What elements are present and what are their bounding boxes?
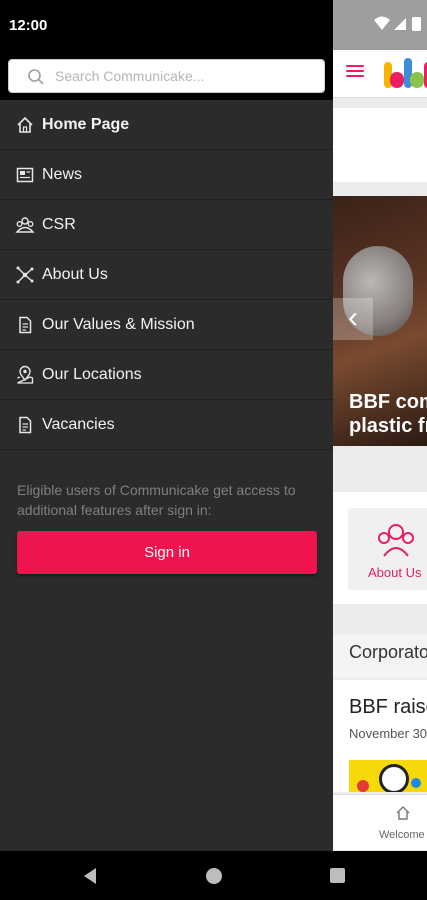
sign-in-button[interactable]: Sign in (17, 531, 317, 574)
menu-item-vacancies[interactable]: Vacancies (0, 400, 333, 450)
hamburger-menu-icon[interactable] (346, 62, 364, 82)
search-bar-container (0, 50, 333, 100)
network-icon (16, 266, 34, 284)
back-icon[interactable] (82, 867, 98, 885)
menu-item-our-locations[interactable]: Our Locations (0, 350, 333, 400)
navigation-drawer: 12:00 Home Page News (0, 0, 333, 851)
menu-item-label: Vacancies (42, 416, 115, 433)
menu-item-csr[interactable]: CSR (0, 200, 333, 250)
menu-item-home-page[interactable]: Home Page (0, 100, 333, 150)
about-us-tile[interactable]: About Us (348, 508, 427, 590)
search-icon (28, 69, 44, 85)
signin-note: Eligible users of Communicake get access… (17, 482, 296, 518)
menu-item-news[interactable]: News (0, 150, 333, 200)
article-title: BBF raise (349, 696, 427, 718)
newspaper-icon (16, 167, 34, 183)
document-icon (19, 416, 32, 434)
status-time: 12:00 (9, 17, 48, 34)
bottom-nav-welcome-label[interactable]: Welcome (379, 829, 425, 841)
app-header-panel (333, 108, 427, 182)
menu-item-label: About Us (42, 266, 108, 283)
section-title: Corporato (349, 642, 427, 662)
document-icon (19, 316, 32, 334)
people-icon (15, 217, 35, 233)
hero-line-2: plastic fr (349, 415, 427, 437)
status-bar: 12:00 (0, 0, 333, 50)
search-input[interactable] (55, 60, 315, 92)
home-button-icon[interactable] (206, 868, 222, 884)
article-date: November 30 (349, 726, 427, 741)
bottom-navigation: Welcome (333, 794, 427, 850)
menu-item-label: Home Page (42, 116, 130, 133)
article-thumbnail (349, 760, 427, 792)
home-icon[interactable] (395, 805, 411, 821)
menu-item-about-us[interactable]: About Us (0, 250, 333, 300)
hero-line-1: BBF com (349, 391, 427, 413)
menu-item-our-values-mission[interactable]: Our Values & Mission (0, 300, 333, 350)
system-status-icons (374, 16, 421, 31)
section-header: Corporato (333, 634, 427, 678)
menu-item-label: CSR (42, 216, 76, 233)
brand-logo (384, 58, 427, 88)
drawer-menu: Home Page News CSR About Us Our Values &… (0, 100, 333, 450)
article-card[interactable]: BBF raise November 30 (333, 680, 427, 792)
location-icon (17, 365, 34, 384)
menu-item-label: News (42, 166, 83, 183)
system-navigation-bar (0, 851, 427, 900)
people-icon (378, 524, 414, 557)
carousel-prev-icon[interactable]: ‹ (333, 298, 373, 340)
search-box[interactable] (8, 59, 325, 93)
menu-item-label: Our Values & Mission (42, 316, 195, 333)
recent-apps-icon[interactable] (330, 868, 345, 883)
tile-label: About Us (368, 565, 422, 580)
home-icon (17, 116, 33, 133)
hero-headline: BBF com plastic fr (349, 390, 427, 438)
menu-item-label: Our Locations (42, 366, 142, 383)
